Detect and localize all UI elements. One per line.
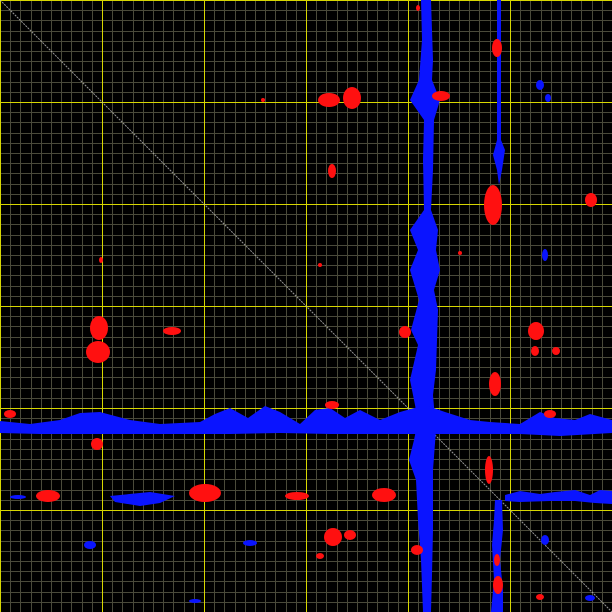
positive-blob bbox=[585, 595, 595, 601]
positive-blob bbox=[10, 495, 26, 499]
negative-blob bbox=[90, 316, 108, 340]
negative-blob bbox=[399, 326, 411, 338]
negative-blob bbox=[328, 164, 336, 178]
negative-blob bbox=[485, 456, 493, 484]
positive-blob bbox=[189, 599, 201, 603]
negative-blob bbox=[458, 251, 462, 255]
negative-blob bbox=[411, 545, 423, 555]
negative-blob bbox=[484, 185, 502, 225]
nmr-2d-spectrum-view[interactable] bbox=[0, 0, 612, 612]
negative-blob bbox=[544, 410, 556, 418]
negative-blob bbox=[86, 341, 110, 363]
negative-blob bbox=[318, 263, 322, 267]
negative-blob bbox=[552, 347, 560, 355]
negative-blob bbox=[432, 91, 450, 101]
negative-blob bbox=[493, 576, 503, 594]
negative-blob bbox=[99, 257, 103, 263]
positive-blob bbox=[542, 249, 548, 261]
negative-blob bbox=[36, 490, 60, 502]
positive-blob bbox=[536, 80, 544, 90]
negative-blob bbox=[531, 346, 539, 356]
positive-blob bbox=[84, 541, 96, 549]
negative-blob bbox=[536, 594, 544, 600]
negative-blob bbox=[91, 438, 103, 450]
negative-blob bbox=[372, 488, 396, 502]
positive-blob bbox=[545, 94, 551, 102]
negative-blob bbox=[316, 553, 324, 559]
negative-blob bbox=[163, 327, 181, 335]
negative-blob bbox=[343, 87, 361, 109]
negative-blob bbox=[261, 98, 265, 102]
negative-blob bbox=[325, 401, 339, 409]
negative-blob bbox=[344, 530, 356, 540]
negative-blob bbox=[528, 322, 544, 340]
positive-blob bbox=[541, 535, 549, 545]
negative-blob bbox=[489, 372, 501, 396]
negative-blob bbox=[324, 528, 342, 546]
negative-blob bbox=[4, 410, 16, 418]
negative-blob bbox=[585, 193, 597, 207]
negative-blob bbox=[189, 484, 221, 502]
negative-blob bbox=[492, 39, 502, 57]
negative-blob bbox=[285, 492, 309, 500]
negative-blob bbox=[416, 5, 420, 11]
negative-blob bbox=[318, 93, 340, 107]
positive-blob bbox=[243, 540, 257, 546]
negative-blob bbox=[494, 554, 500, 566]
